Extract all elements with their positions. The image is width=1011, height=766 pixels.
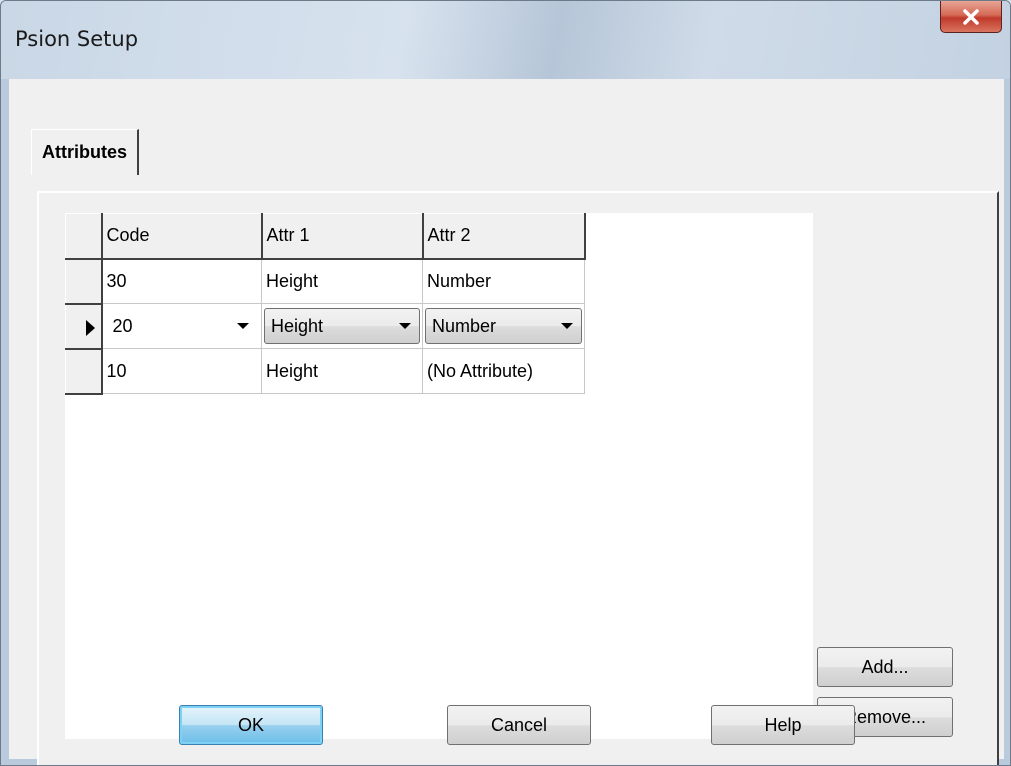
attributes-table: Code Attr 1 Attr 2 30 Height Number 20 H… xyxy=(65,213,586,395)
chevron-down-icon[interactable] xyxy=(561,323,573,329)
attr1-dropdown[interactable]: Height xyxy=(264,308,420,344)
grid-header-row: Code Attr 1 Attr 2 xyxy=(65,213,586,260)
cell-code-combo[interactable]: 20 xyxy=(101,303,262,349)
ok-button[interactable]: OK xyxy=(179,705,323,745)
cancel-button[interactable]: Cancel xyxy=(447,705,591,745)
help-button[interactable]: Help xyxy=(711,705,855,745)
cell-attr2[interactable]: Number xyxy=(422,258,585,304)
attributes-panel: Code Attr 1 Attr 2 30 Height Number 20 H… xyxy=(37,191,999,765)
dialog-client-area: Attributes Code Attr 1 Attr 2 30 Height … xyxy=(9,79,1004,765)
code-dropdown[interactable]: 20 xyxy=(107,308,258,344)
chevron-down-icon[interactable] xyxy=(237,323,249,329)
table-row-current[interactable]: 20 Height Number xyxy=(65,303,585,350)
cell-attr2[interactable]: (No Attribute) xyxy=(422,348,585,394)
close-x-icon xyxy=(963,8,979,25)
attr2-dropdown-value: Number xyxy=(432,315,497,336)
cell-attr1[interactable]: Height xyxy=(261,348,423,394)
cell-attr2-combo[interactable]: Number xyxy=(422,303,585,349)
row-pointer-icon xyxy=(85,319,95,336)
tab-attributes[interactable]: Attributes xyxy=(31,129,139,175)
window-title: Psion Setup xyxy=(15,27,139,51)
code-dropdown-value: 20 xyxy=(112,315,133,336)
chevron-down-icon[interactable] xyxy=(399,323,411,329)
column-header-code[interactable]: Code xyxy=(101,213,263,260)
dialog-window: Psion Setup Attributes Code Attr 1 Attr … xyxy=(0,0,1011,766)
close-button[interactable] xyxy=(940,1,1002,33)
row-header-current[interactable] xyxy=(65,303,103,350)
row-header[interactable] xyxy=(65,258,103,305)
title-bar[interactable]: Psion Setup xyxy=(1,1,1010,79)
cell-attr1[interactable]: Height xyxy=(261,258,423,304)
add-button[interactable]: Add... xyxy=(817,647,953,687)
column-header-attr1[interactable]: Attr 1 xyxy=(261,213,424,260)
cell-attr1-combo[interactable]: Height xyxy=(261,303,423,349)
cell-code[interactable]: 30 xyxy=(101,258,262,304)
cell-code[interactable]: 10 xyxy=(101,348,262,394)
tab-attributes-label: Attributes xyxy=(42,142,127,162)
column-header-attr2[interactable]: Attr 2 xyxy=(422,213,586,260)
table-row[interactable]: 30 Height Number xyxy=(65,258,585,305)
row-header[interactable] xyxy=(65,348,103,395)
attr1-dropdown-value: Height xyxy=(271,315,324,336)
attributes-grid[interactable]: Code Attr 1 Attr 2 30 Height Number 20 H… xyxy=(65,213,813,739)
attr2-dropdown[interactable]: Number xyxy=(425,308,582,344)
table-row[interactable]: 10 Height (No Attribute) xyxy=(65,348,585,395)
grid-corner-cell xyxy=(65,213,103,260)
